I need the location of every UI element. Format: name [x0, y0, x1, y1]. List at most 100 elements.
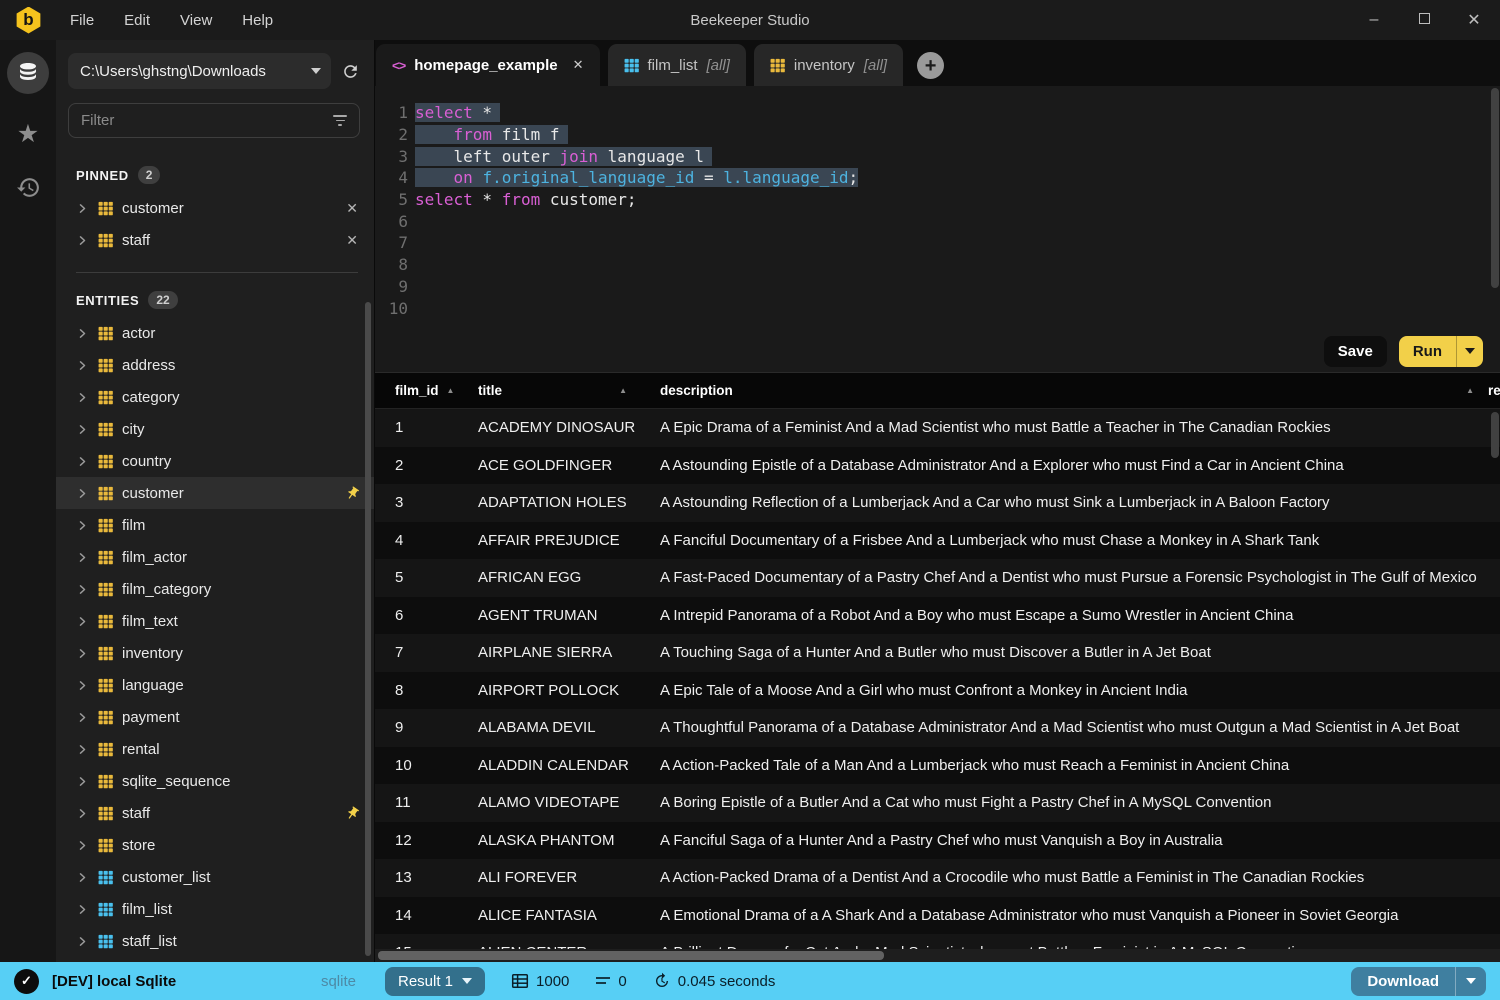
- chevron-right-icon[interactable]: [76, 391, 89, 404]
- sort-asc-icon[interactable]: ▲: [447, 386, 455, 395]
- history-button[interactable]: [16, 175, 41, 205]
- chevron-right-icon[interactable]: [76, 234, 89, 247]
- entity-item-sqlite_sequence[interactable]: sqlite_sequence: [56, 765, 374, 797]
- table-row[interactable]: 6 AGENT TRUMAN A Intrepid Panorama of a Ro…: [375, 596, 1500, 634]
- tab-homepage_example[interactable]: <> homepage_example ✕: [376, 44, 600, 86]
- table-row[interactable]: 5 AFRICAN EGG A Fast-Paced Documentary of …: [375, 559, 1500, 597]
- run-button-label[interactable]: Run: [1399, 336, 1456, 367]
- entity-item-actor[interactable]: actor: [56, 317, 374, 349]
- unpin-icon[interactable]: ✕: [344, 200, 360, 217]
- new-tab-button[interactable]: +: [917, 52, 945, 79]
- column-header-film-id[interactable]: film_id ▲: [375, 383, 459, 398]
- editor-scrollbar[interactable]: [1491, 88, 1499, 288]
- table-row[interactable]: 9 ALABAMA DEVIL A Thoughtful Panorama of a…: [375, 709, 1500, 747]
- favorites-button[interactable]: ★: [17, 122, 39, 147]
- sort-asc-icon[interactable]: ▲: [619, 386, 627, 395]
- entity-item-film[interactable]: film: [56, 509, 374, 541]
- result-selector[interactable]: Result 1: [385, 966, 486, 996]
- download-button-label[interactable]: Download: [1351, 967, 1455, 996]
- download-button[interactable]: Download: [1351, 966, 1486, 996]
- chevron-right-icon[interactable]: [76, 903, 89, 916]
- sort-asc-icon[interactable]: ▲: [1466, 386, 1474, 395]
- chevron-right-icon[interactable]: [76, 807, 89, 820]
- table-row[interactable]: 10 ALADDIN CALENDAR A Action-Packed Tale o…: [375, 746, 1500, 784]
- table-row[interactable]: 7 AIRPLANE SIERRA A Touching Saga of a Hun…: [375, 634, 1500, 672]
- pin-icon[interactable]: [345, 485, 360, 501]
- tab-inventory[interactable]: inventory [all]: [753, 44, 904, 86]
- table-row[interactable]: 4 AFFAIR PREJUDICE A Fanciful Documentary …: [375, 521, 1500, 559]
- entity-item-customer_list[interactable]: customer_list: [56, 861, 374, 893]
- unpin-icon[interactable]: ✕: [344, 232, 360, 249]
- chevron-right-icon[interactable]: [76, 615, 89, 628]
- tab-film_list[interactable]: film_list [all]: [607, 44, 746, 86]
- entity-item-rental[interactable]: rental: [56, 733, 374, 765]
- entity-item-film_actor[interactable]: film_actor: [56, 541, 374, 573]
- menu-view[interactable]: View: [180, 12, 212, 29]
- entity-item-film_list[interactable]: film_list: [56, 893, 374, 925]
- scrollbar-thumb[interactable]: [378, 951, 885, 960]
- pinned-item-staff[interactable]: staff ✕: [56, 224, 374, 256]
- chevron-right-icon[interactable]: [76, 423, 89, 436]
- table-row[interactable]: 2 ACE GOLDFINGER A Astounding Epistle of a…: [375, 446, 1500, 484]
- entity-item-address[interactable]: address: [56, 349, 374, 381]
- chevron-right-icon[interactable]: [76, 519, 89, 532]
- maximize-button[interactable]: [1414, 11, 1434, 29]
- table-row[interactable]: 14 ALICE FANTASIA A Emotional Drama of a A…: [375, 896, 1500, 934]
- table-row[interactable]: 11 ALAMO VIDEOTAPE A Boring Epistle of a B…: [375, 784, 1500, 822]
- table-row[interactable]: 12 ALASKA PHANTOM A Fanciful Saga of a Hun…: [375, 821, 1500, 859]
- column-header-clipped[interactable]: re: [1488, 383, 1500, 398]
- table-row[interactable]: 3 ADAPTATION HOLES A Astounding Reflection…: [375, 484, 1500, 522]
- chevron-right-icon[interactable]: [76, 839, 89, 852]
- chevron-right-icon[interactable]: [76, 327, 89, 340]
- entity-item-store[interactable]: store: [56, 829, 374, 861]
- menu-help[interactable]: Help: [242, 12, 273, 29]
- entity-item-film_text[interactable]: film_text: [56, 605, 374, 637]
- sidebar-scrollbar[interactable]: [365, 302, 371, 956]
- minimize-button[interactable]: –: [1364, 11, 1384, 29]
- pin-icon[interactable]: [345, 805, 360, 821]
- entity-item-inventory[interactable]: inventory: [56, 637, 374, 669]
- table-row[interactable]: 1 ACADEMY DINOSAUR A Epic Drama of a Femin…: [375, 409, 1500, 447]
- entity-item-staff[interactable]: staff: [56, 797, 374, 829]
- close-tab-icon[interactable]: ✕: [573, 57, 584, 73]
- chevron-right-icon[interactable]: [76, 679, 89, 692]
- chevron-right-icon[interactable]: [76, 871, 89, 884]
- menu-edit[interactable]: Edit: [124, 12, 150, 29]
- entity-item-customer[interactable]: customer: [56, 477, 374, 509]
- sql-editor[interactable]: 1 select * 2 from film f3 left outer join …: [375, 86, 1500, 330]
- entity-item-country[interactable]: country: [56, 445, 374, 477]
- chevron-right-icon[interactable]: [76, 711, 89, 724]
- table-row[interactable]: 13 ALI FOREVER A Action-Packed Drama of a …: [375, 859, 1500, 897]
- entity-item-sales_by_store[interactable]: sales_by_store: [56, 957, 374, 962]
- connection-selector[interactable]: C:\Users\ghstng\Downloads: [68, 53, 331, 89]
- entity-item-language[interactable]: language: [56, 669, 374, 701]
- chevron-right-icon[interactable]: [76, 583, 89, 596]
- table-row[interactable]: 8 AIRPORT POLLOCK A Epic Tale of a Moose A…: [375, 671, 1500, 709]
- chevron-right-icon[interactable]: [76, 935, 89, 948]
- pinned-item-customer[interactable]: customer ✕: [56, 192, 374, 224]
- table-horizontal-scrollbar[interactable]: [375, 949, 1500, 962]
- run-button[interactable]: Run: [1398, 335, 1483, 367]
- menu-file[interactable]: File: [70, 12, 94, 29]
- chevron-right-icon[interactable]: [76, 455, 89, 468]
- entity-item-payment[interactable]: payment: [56, 701, 374, 733]
- chevron-right-icon[interactable]: [76, 202, 89, 215]
- column-header-description[interactable]: description ▲: [641, 383, 1488, 398]
- chevron-right-icon[interactable]: [76, 487, 89, 500]
- status-connection-section[interactable]: ✓ [DEV] local Sqlite sqlite: [0, 968, 374, 994]
- entity-item-category[interactable]: category: [56, 381, 374, 413]
- entity-item-film_category[interactable]: film_category: [56, 573, 374, 605]
- table-vertical-scrollbar[interactable]: [1491, 412, 1499, 458]
- database-tab-button[interactable]: [7, 52, 49, 94]
- chevron-right-icon[interactable]: [76, 551, 89, 564]
- save-button[interactable]: Save: [1323, 335, 1387, 367]
- run-options-button[interactable]: [1457, 336, 1483, 367]
- download-options-button[interactable]: [1456, 967, 1486, 996]
- chevron-right-icon[interactable]: [76, 743, 89, 756]
- chevron-right-icon[interactable]: [76, 647, 89, 660]
- column-header-title[interactable]: title ▲: [459, 383, 641, 398]
- entity-item-city[interactable]: city: [56, 413, 374, 445]
- filter-input[interactable]: [81, 112, 333, 129]
- refresh-button[interactable]: [341, 62, 360, 81]
- entity-item-staff_list[interactable]: staff_list: [56, 925, 374, 957]
